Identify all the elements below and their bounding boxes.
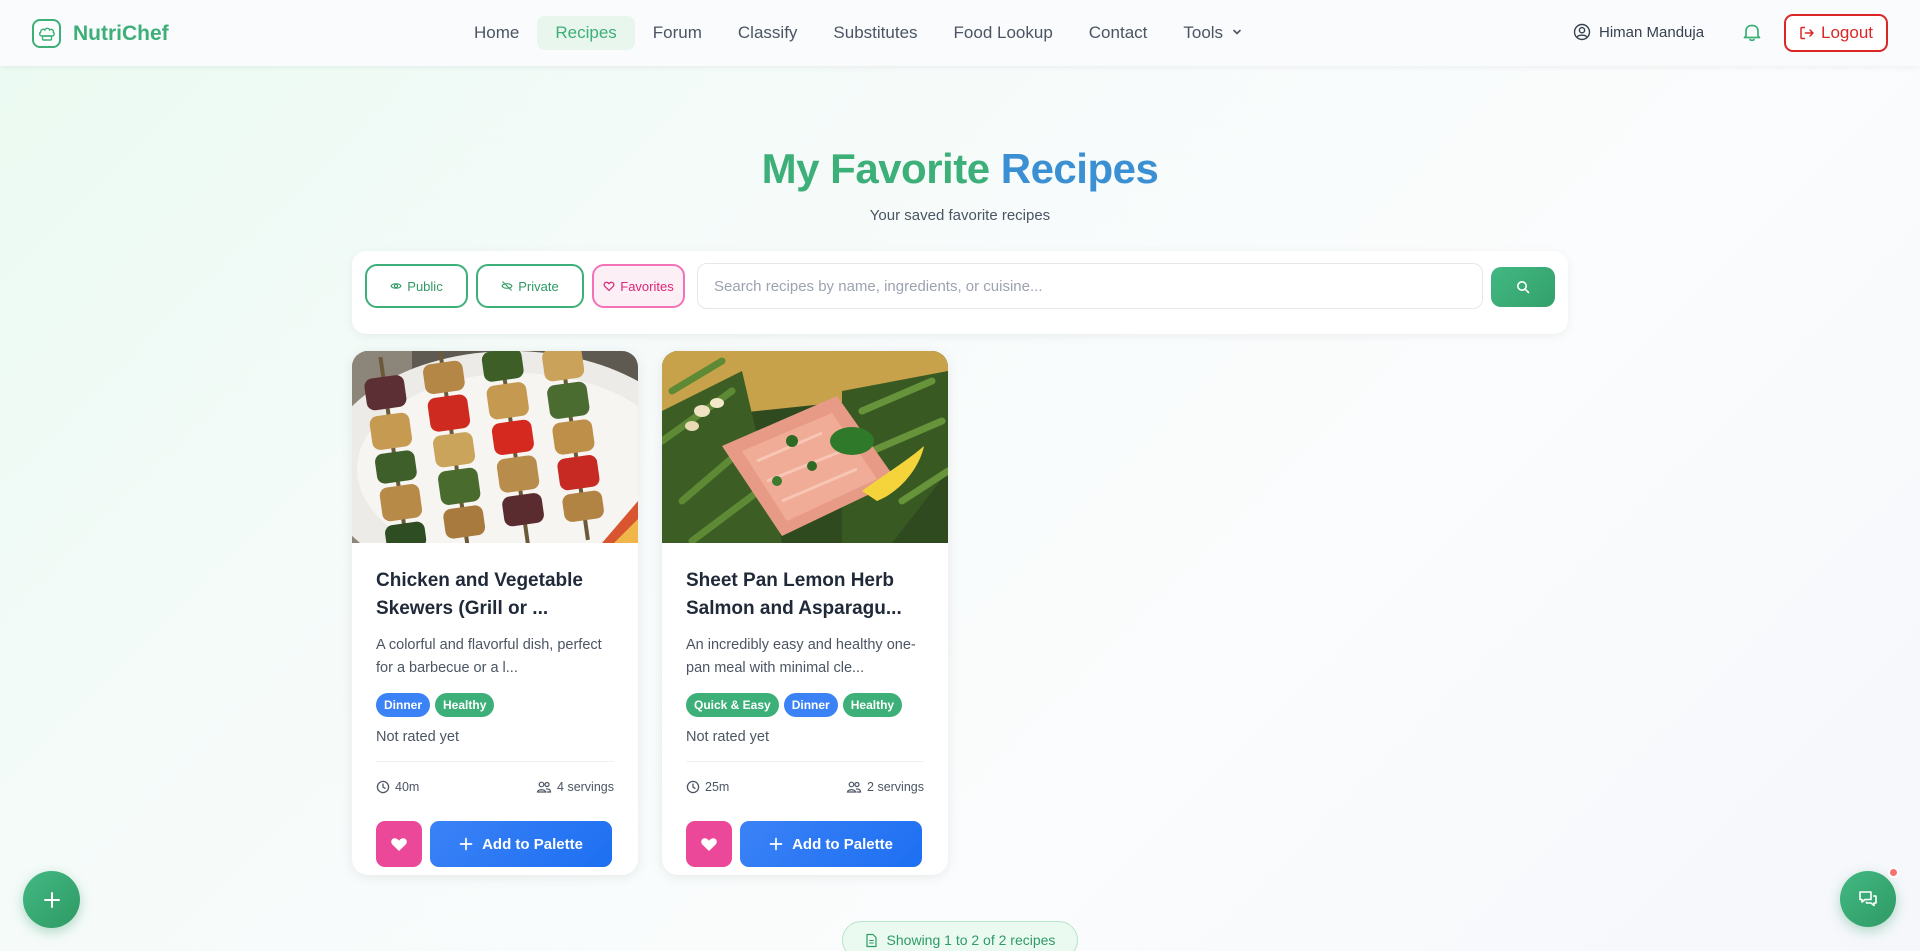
filter-private-button[interactable]: Private <box>476 264 584 308</box>
nav-link-label: Contact <box>1088 23 1148 42</box>
nav-link-forum[interactable]: Forum <box>635 16 720 50</box>
tag-badge: Healthy <box>435 693 495 717</box>
nav-link-recipes[interactable]: Recipes <box>537 16 635 50</box>
nav-link-label: Substitutes <box>833 23 918 42</box>
plus-icon <box>459 837 473 851</box>
heart-icon <box>391 838 407 851</box>
logout-icon <box>1800 26 1814 40</box>
add-to-palette-button[interactable]: Add to Palette <box>430 821 612 867</box>
page-subtitle: Your saved favorite recipes <box>869 207 1051 224</box>
nav-link-contact[interactable]: Contact <box>1071 16 1166 50</box>
plus-icon <box>769 837 783 851</box>
nav-links: Home Recipes Forum Classify Substitutes … <box>456 16 1261 50</box>
recipe-servings-value: 4 servings <box>557 779 614 794</box>
recipe-time: 25m <box>686 776 729 797</box>
add-to-palette-label: Add to Palette <box>482 835 583 853</box>
results-count-badge: Showing 1 to 2 of 2 recipes <box>842 921 1078 951</box>
recipe-card[interactable]: Chicken and Vegetable Skewers (Grill or … <box>352 351 638 875</box>
chef-hat-icon <box>32 19 61 48</box>
plus-icon <box>43 891 60 908</box>
chevron-down-icon <box>1231 23 1243 43</box>
recipe-servings: 2 servings <box>846 776 924 797</box>
filter-private-label: Private <box>518 278 559 294</box>
recipe-servings: 4 servings <box>536 776 614 797</box>
recipe-time-value: 25m <box>705 779 730 794</box>
nav-link-label: Food Lookup <box>953 23 1053 42</box>
recipe-image[interactable] <box>352 351 638 543</box>
favorite-button[interactable] <box>686 821 732 867</box>
recipe-time-value: 40m <box>395 779 420 794</box>
recipe-rating: Not rated yet <box>686 729 770 745</box>
recipe-rating: Not rated yet <box>376 729 460 745</box>
filter-favorites-button[interactable]: Favorites <box>592 264 685 308</box>
page-title-part2: Recipes <box>1000 145 1159 192</box>
nav-link-label: Forum <box>652 23 702 42</box>
tag-badge: Healthy <box>842 693 903 717</box>
clock-icon <box>686 780 700 793</box>
user-menu[interactable]: Himan Manduja <box>1573 23 1704 41</box>
page-title-part1: My Favorite <box>761 145 990 192</box>
user-circle-icon <box>1573 23 1591 41</box>
add-to-palette-button[interactable]: Add to Palette <box>740 821 922 867</box>
logout-button[interactable]: Logout <box>1784 14 1888 52</box>
nav-link-tools[interactable]: Tools <box>1165 16 1261 50</box>
floating-chat-button[interactable] <box>1840 871 1896 927</box>
recipe-image[interactable] <box>662 351 948 543</box>
filter-favorites-label: Favorites <box>620 278 674 294</box>
recipe-card[interactable]: Sheet Pan Lemon Herb Salmon and Asparagu… <box>662 351 948 875</box>
document-icon <box>865 933 877 947</box>
recipe-actions: Add to Palette <box>376 821 614 867</box>
results-count-text: Showing 1 to 2 of 2 recipes <box>886 932 1056 948</box>
chat-notification-dot <box>1888 867 1899 878</box>
recipe-title[interactable]: Chicken and Vegetable Skewers (Grill or … <box>376 567 614 623</box>
page-title: My Favorite Recipes <box>0 145 1920 193</box>
nav-link-food-lookup[interactable]: Food Lookup <box>936 16 1071 50</box>
tag-badge: Quick & Easy <box>686 693 779 717</box>
clock-icon <box>376 780 390 793</box>
user-name: Himan Manduja <box>1599 23 1705 41</box>
chat-icon <box>1859 891 1877 907</box>
recipe-tags: Quick & Easy Dinner Healthy <box>686 693 924 717</box>
recipe-actions: Add to Palette <box>686 821 924 867</box>
search-button[interactable] <box>1491 267 1555 307</box>
brand[interactable]: NutriChef <box>32 19 169 48</box>
logout-label: Logout <box>1821 23 1873 42</box>
filter-public-label: Public <box>407 278 443 294</box>
users-icon <box>846 781 862 793</box>
search-input[interactable] <box>697 263 1483 309</box>
favorite-button[interactable] <box>376 821 422 867</box>
search-icon <box>1517 281 1530 294</box>
add-to-palette-label: Add to Palette <box>792 835 893 853</box>
heart-outline-icon <box>603 281 615 292</box>
nav-link-substitutes[interactable]: Substitutes <box>815 16 935 50</box>
recipe-meta: 40m 4 servings <box>376 761 614 797</box>
bell-icon[interactable] <box>1741 21 1763 48</box>
users-icon <box>536 781 552 793</box>
nav-link-home[interactable]: Home <box>456 16 537 50</box>
heart-icon <box>701 838 717 851</box>
recipe-tags: Dinner Healthy <box>376 693 614 717</box>
eye-off-icon <box>501 281 513 291</box>
tag-badge: Dinner <box>783 693 838 717</box>
nav-link-classify[interactable]: Classify <box>720 16 816 50</box>
tag-badge: Dinner <box>376 693 431 717</box>
nav-link-label: Recipes <box>555 23 617 42</box>
nav-link-label: Classify <box>737 23 798 42</box>
recipe-time: 40m <box>376 776 419 797</box>
recipe-description: An incredibly easy and healthy one-pan m… <box>686 637 916 676</box>
navbar: NutriChef Home Recipes Forum Classify Su… <box>0 0 1920 66</box>
filter-bar: Public Private Favorites <box>352 251 1568 334</box>
recipe-description: A colorful and flavorful dish, perfect f… <box>376 637 602 676</box>
recipe-title[interactable]: Sheet Pan Lemon Herb Salmon and Asparagu… <box>686 567 924 623</box>
recipe-meta: 25m 2 servings <box>686 761 924 797</box>
nav-link-label: Home <box>474 23 520 42</box>
floating-add-button[interactable] <box>23 871 80 928</box>
brand-name: NutriChef <box>73 21 169 45</box>
nav-link-label: Tools <box>1183 23 1224 42</box>
filter-public-button[interactable]: Public <box>365 264 468 308</box>
eye-icon <box>390 283 402 289</box>
recipe-servings-value: 2 servings <box>867 779 924 794</box>
